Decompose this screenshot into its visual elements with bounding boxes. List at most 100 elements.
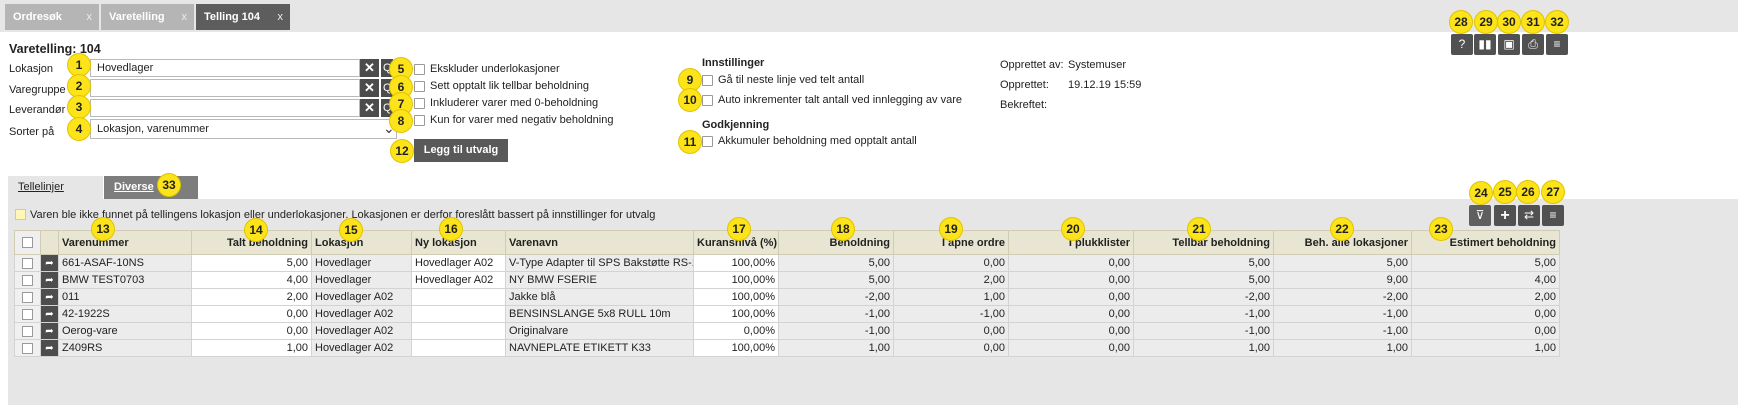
cell-kurans[interactable]: 100,00%: [693, 254, 779, 272]
akkumuler-label: Akkumuler beholdning med opptalt antall: [718, 135, 917, 147]
cell-alle-lok: 1,00: [1273, 339, 1412, 357]
cell-ny-lokasjon[interactable]: Hovedlager A02: [411, 271, 506, 289]
tab-diverse[interactable]: Diverse: [104, 176, 198, 199]
leverandor-field[interactable]: [90, 99, 360, 117]
cell-varenummer: 42-1922S: [58, 305, 192, 323]
cell-estimert: 0,00: [1411, 322, 1560, 340]
grid-menu-icon[interactable]: ≡: [1542, 205, 1564, 226]
sett-opptalt-checkbox[interactable]: [414, 81, 425, 92]
cell-alle-lok: 9,00: [1273, 271, 1412, 289]
tab-varetelling[interactable]: Varetelling x: [101, 4, 194, 30]
varegruppe-field[interactable]: [90, 79, 360, 97]
table-row[interactable]: ➦ Oerog-vare 0,00 Hovedlager A02 Originalvar…: [14, 322, 1560, 340]
callout-badge: 11: [679, 131, 701, 153]
table-row[interactable]: ➦ Z409RS 1,00 Hovedlager A02 NAVNEPLATE ETIK…: [14, 339, 1560, 357]
tab-label: Varetelling: [109, 11, 165, 23]
scan-icon[interactable]: ▮▮: [1474, 34, 1496, 55]
cell-beholdning: 5,00: [778, 254, 894, 272]
tab-ordresok[interactable]: Ordresøk x: [5, 4, 99, 30]
column-header[interactable]: Varenavn: [505, 230, 694, 255]
callout-badge: 16: [440, 218, 462, 240]
cell-ny-lokasjon[interactable]: [411, 305, 506, 323]
table-row[interactable]: ➦ 011 2,00 Hovedlager A02 Jakke blå 100,00% -2…: [14, 288, 1560, 306]
ekskluder-checkbox[interactable]: [414, 64, 425, 75]
column-header[interactable]: Lokasjon: [311, 230, 412, 255]
legg-til-utvalg-button[interactable]: Legg til utvalg: [414, 139, 508, 162]
sorter-select[interactable]: Lokasjon, varenummer: [90, 119, 397, 139]
cell-kurans[interactable]: 100,00%: [693, 288, 779, 306]
cell-beholdning: 1,00: [778, 339, 894, 357]
lokasjon-field[interactable]: Hovedlager: [90, 59, 360, 77]
kun-negativ-checkbox[interactable]: [414, 115, 425, 126]
row-select-checkbox[interactable]: [14, 305, 41, 323]
print-icon[interactable]: ⎙: [1522, 34, 1544, 55]
inkluder-0-checkbox[interactable]: [414, 98, 425, 109]
cell-talt[interactable]: 0,00: [191, 305, 312, 323]
callout-badge: 26: [1517, 181, 1539, 203]
table-row[interactable]: ➦ 661-ASAF-10NS 5,00 Hovedlager Hovedlager A…: [14, 254, 1560, 272]
row-open-icon[interactable]: ➦: [40, 288, 59, 306]
add-row-icon[interactable]: +: [1494, 205, 1516, 226]
cell-talt[interactable]: 0,00: [191, 322, 312, 340]
clear-lokasjon-icon[interactable]: ✕: [360, 59, 379, 77]
select-all-checkbox[interactable]: [14, 230, 41, 255]
tab-tellelinjer[interactable]: Tellelinjer: [8, 176, 103, 199]
cell-kurans[interactable]: 100,00%: [693, 305, 779, 323]
cell-ny-lokasjon[interactable]: [411, 322, 506, 340]
row-open-icon[interactable]: ➦: [40, 322, 59, 340]
callout-badge: 27: [1542, 181, 1564, 203]
row-open-icon[interactable]: ➦: [40, 254, 59, 272]
cell-kurans[interactable]: 0,00%: [693, 322, 779, 340]
row-open-icon[interactable]: ➦: [40, 271, 59, 289]
legend-text: Varen ble ikke funnet på tellingens loka…: [30, 209, 656, 221]
cell-tellbar: 1,00: [1133, 339, 1274, 357]
clear-varegruppe-icon[interactable]: ✕: [360, 79, 379, 97]
cell-ny-lokasjon[interactable]: Hovedlager A02: [411, 254, 506, 272]
column-header[interactable]: Varenummer: [58, 230, 192, 255]
cell-ny-lokasjon[interactable]: [411, 339, 506, 357]
ga-til-neste-checkbox[interactable]: [702, 75, 713, 86]
menu-icon[interactable]: ≡: [1546, 34, 1568, 55]
cell-ny-lokasjon[interactable]: [411, 288, 506, 306]
tab-close-icon[interactable]: x: [278, 4, 284, 30]
tab-close-icon[interactable]: x: [87, 4, 93, 30]
table-row[interactable]: ➦ 42-1922S 0,00 Hovedlager A02 BENSINSLANGE …: [14, 305, 1560, 323]
row-select-checkbox[interactable]: [14, 339, 41, 357]
table-row[interactable]: ➦ BMW TEST0703 4,00 Hovedlager Hovedlager A0…: [14, 271, 1560, 289]
filter-icon[interactable]: ⊽: [1469, 205, 1491, 226]
cell-apne-ordre: 0,00: [893, 254, 1009, 272]
cell-kurans[interactable]: 100,00%: [693, 339, 779, 357]
row-open-icon[interactable]: ➦: [40, 339, 59, 357]
row-select-checkbox[interactable]: [14, 271, 41, 289]
cell-talt[interactable]: 5,00: [191, 254, 312, 272]
cell-talt[interactable]: 1,00: [191, 339, 312, 357]
row-open-icon[interactable]: ➦: [40, 305, 59, 323]
clear-leverandor-icon[interactable]: ✕: [360, 99, 379, 117]
tab-close-icon[interactable]: x: [182, 4, 188, 30]
callout-badge: 25: [1494, 181, 1516, 203]
cell-lokasjon: Hovedlager A02: [311, 322, 412, 340]
cell-lokasjon: Hovedlager: [311, 254, 412, 272]
cell-plukklister: 0,00: [1008, 288, 1134, 306]
cell-talt[interactable]: 2,00: [191, 288, 312, 306]
callout-badge: 29: [1475, 11, 1497, 33]
callout-badge: 19: [940, 218, 962, 240]
cell-talt[interactable]: 4,00: [191, 271, 312, 289]
swap-icon[interactable]: ⇄: [1518, 205, 1540, 226]
callout-badge: 21: [1188, 218, 1210, 240]
help-icon[interactable]: ?: [1451, 34, 1473, 55]
callout-badge: 31: [1522, 11, 1544, 33]
tab-telling-104[interactable]: Telling 104 x: [196, 4, 290, 30]
row-select-checkbox[interactable]: [14, 288, 41, 306]
row-select-checkbox[interactable]: [14, 322, 41, 340]
cell-apne-ordre: 2,00: [893, 271, 1009, 289]
cell-varenummer: Z409RS: [58, 339, 192, 357]
akkumuler-checkbox[interactable]: [702, 136, 713, 147]
row-select-checkbox[interactable]: [14, 254, 41, 272]
cell-lokasjon: Hovedlager A02: [311, 339, 412, 357]
cell-tellbar: 5,00: [1133, 254, 1274, 272]
cell-varenummer: Oerog-vare: [58, 322, 192, 340]
auto-inkrementer-checkbox[interactable]: [702, 95, 713, 106]
cell-kurans[interactable]: 100,00%: [693, 271, 779, 289]
save-icon[interactable]: ▣: [1498, 34, 1520, 55]
